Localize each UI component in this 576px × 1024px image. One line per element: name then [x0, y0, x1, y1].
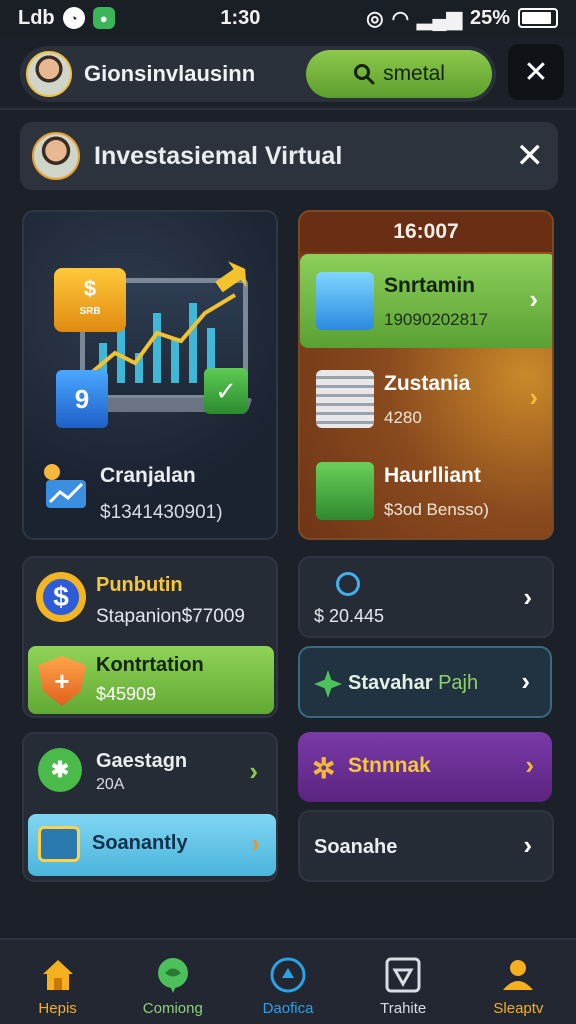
security-label: Soanantly [92, 832, 188, 854]
check-badge-icon: ✓ [204, 368, 248, 414]
value-amount: $ 20.445 [314, 606, 385, 626]
panel-row-sub: 4280 [384, 408, 422, 427]
strategy-sub: 20A [96, 776, 125, 793]
nav-label: Sleaptv [493, 1000, 544, 1017]
close-icon: ✕ [523, 55, 549, 89]
card-chart-icon [44, 464, 86, 508]
hero-label: Cranjalan [100, 464, 196, 487]
chevron-right-icon: › [251, 828, 260, 858]
portfolio-panel: 16:007 Snrtamin 19090202817 › Zustania 4… [298, 210, 554, 540]
close-button[interactable]: ✕ [508, 44, 564, 100]
cube-icon: 9 [56, 370, 108, 428]
nav-item-chat[interactable]: Comiong [115, 940, 230, 1024]
avatar[interactable] [26, 51, 72, 97]
chevron-right-icon: › [523, 582, 532, 612]
header-bar: Gionsinvlausinn smetal [20, 46, 496, 102]
nav-item-location[interactable]: Daofica [230, 940, 345, 1024]
panel-row-title: Snrtamin [384, 274, 476, 297]
contribution-button[interactable]: + Kontrtation $45909 [28, 646, 274, 714]
link-icon: ✲ [312, 753, 336, 784]
header-title: Gionsinvlausinn [84, 61, 256, 86]
search-circle-icon [336, 572, 360, 596]
hero-value: $1341430901) [100, 502, 223, 523]
search-label: smetal [383, 62, 445, 85]
puzzle-icon [314, 670, 342, 698]
panel-header: 16:007 [300, 212, 552, 252]
chevron-right-icon[interactable]: › [249, 756, 258, 787]
notification-icon: ◔ [62, 7, 85, 29]
nav-label: Trahite [380, 1000, 427, 1017]
clock: 1:30 [220, 6, 261, 29]
plain-label: Soanahe [314, 836, 398, 858]
chat-icon [157, 958, 188, 993]
search-icon [354, 64, 375, 85]
path-card[interactable]: Stavahar Pajh › [298, 646, 552, 718]
signal-icon: ▂▄▆ [417, 7, 462, 30]
panel-row[interactable]: Zustania 4280 › [300, 352, 552, 446]
nav-item-home[interactable]: Hepis [0, 940, 115, 1024]
user-icon [503, 960, 534, 990]
document-stack-icon [316, 370, 374, 428]
security-button[interactable]: Soanantly › [28, 814, 276, 876]
contribution-title: Kontrtation [96, 654, 204, 676]
chevron-right-icon: › [523, 830, 532, 860]
path-label-main: Stavahar [348, 672, 433, 694]
purple-label: Stnnnak [348, 754, 431, 777]
value-card[interactable]: $ 20.445 › [298, 556, 554, 638]
contribution-value: $45909 [96, 684, 157, 704]
location-icon [270, 957, 306, 993]
dollar-tile-icon: $ SRB [54, 268, 126, 332]
chevron-right-icon: › [525, 750, 534, 780]
battery-percent: 25% [469, 6, 510, 29]
nav-label: Daofica [262, 1000, 314, 1017]
cube-digit: 9 [74, 384, 90, 414]
panel-row-sub: $3od Bensso) [384, 500, 489, 519]
bottom-nav: Hepis Comiong Daofica Trahite Sleaptv [0, 938, 576, 1024]
path-label-suffix: Pajh [438, 672, 479, 694]
dollar-tile-sub: SRB [79, 306, 101, 317]
panel-row-title: Haurlliant [384, 464, 481, 487]
nav-label: Hepis [38, 1000, 77, 1017]
chevron-right-icon: › [529, 382, 538, 412]
balance-card: $ Punbutin Stapanion$77009 + Kontrtation… [22, 556, 278, 718]
search-button[interactable]: smetal [306, 50, 492, 98]
home-icon [42, 960, 73, 990]
chevron-right-icon: › [521, 666, 530, 696]
nav-item-profile[interactable]: Sleaptv [461, 940, 576, 1024]
banner-close-button[interactable]: ✕ [516, 136, 545, 176]
divider [0, 108, 576, 110]
status-bar: Ldb ◔ ● 1:30 ◎ ◠ ▂▄▆ 25% [0, 0, 576, 36]
wifi-icon: ◠ [391, 7, 410, 30]
green-box-icon [316, 462, 374, 520]
panel-row-title: Zustania [384, 372, 471, 395]
balance-title: Punbutin [96, 574, 183, 596]
banner: Investasiemal Virtual ✕ [20, 122, 558, 190]
carrier-label: Ldb [18, 6, 55, 29]
path-label: Stavahar Pajh [348, 672, 478, 695]
nav-item-favorites[interactable]: Trahite [346, 940, 461, 1024]
card-icon [38, 826, 80, 862]
dollar-tile-symbol: $ [83, 276, 97, 301]
balance-sub: Stapanion$77009 [96, 606, 245, 627]
battery-icon [518, 8, 558, 28]
coin-icon: $ [36, 572, 86, 622]
banner-avatar [32, 132, 80, 180]
shield-icon: + [38, 656, 86, 706]
heart-frame-icon [385, 957, 421, 993]
strategy-title: Gaestagn [96, 750, 188, 772]
plain-action-card[interactable]: Soanahe › [298, 810, 554, 882]
panel-row[interactable]: Haurlliant $3od Bensso) [300, 444, 552, 538]
crystal-box-icon [316, 272, 374, 330]
nav-label: Comiong [142, 1000, 203, 1017]
strategy-card: ✱ Gaestagn 20A › Soanantly › [22, 732, 278, 882]
purple-action-card[interactable]: ✲ Stnnnak › [298, 732, 552, 802]
panel-row-sub: 19090202817 [384, 310, 489, 329]
banner-title: Investasiemal Virtual [94, 141, 343, 170]
chevron-right-icon: › [529, 284, 538, 314]
panel-row[interactable]: Snrtamin 19090202817 › [300, 254, 552, 348]
message-icon: ● [92, 7, 115, 29]
gear-icon: ✱ [38, 748, 82, 792]
investment-hero-card[interactable]: $ SRB 9 ✓ Cranjalan $1341430901) [22, 210, 278, 540]
alarm-icon: ◎ [366, 7, 384, 30]
